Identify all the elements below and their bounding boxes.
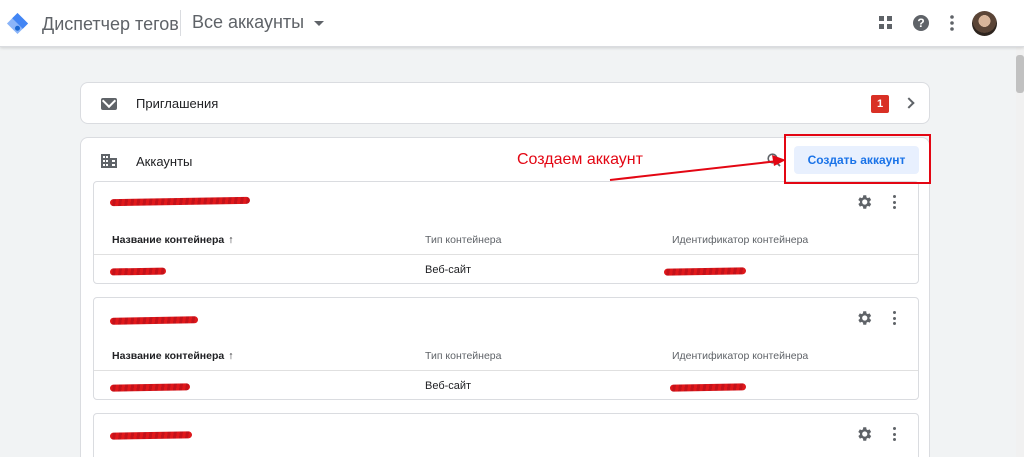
container-type-cell: Веб-сайт	[425, 380, 472, 392]
more-vert-icon[interactable]	[892, 311, 896, 325]
redacted-account-name	[109, 196, 251, 207]
account-container-card	[93, 413, 919, 457]
accounts-label: Аккаунты	[136, 154, 193, 169]
redacted-container-name[interactable]	[109, 267, 167, 276]
more-vert-icon[interactable]	[892, 427, 896, 441]
account-selector-label: Все аккаунты	[192, 12, 305, 32]
annotation-arrow-icon	[609, 155, 786, 181]
redacted-container-id	[663, 267, 747, 276]
invitations-card[interactable]: Приглашения 1	[80, 82, 930, 124]
page-scrollbar[interactable]	[1016, 47, 1024, 457]
apps-grid-icon[interactable]	[876, 13, 896, 33]
column-header-container-id: Идентификатор контейнера	[672, 350, 809, 362]
app-title: Диспетчер тегов	[42, 14, 179, 34]
annotation-highlight-box	[784, 134, 931, 184]
more-vert-icon[interactable]	[942, 13, 962, 33]
redacted-container-id	[669, 383, 747, 392]
column-header-container-name[interactable]: Название контейнера ↑	[112, 350, 233, 362]
svg-text:?: ?	[917, 16, 924, 30]
column-header-container-id: Идентификатор контейнера	[672, 234, 809, 246]
invitations-label: Приглашения	[136, 96, 219, 111]
sort-arrow-up-icon: ↑	[228, 234, 234, 246]
sort-arrow-up-icon: ↑	[228, 350, 234, 362]
accounts-card: Аккаунты Создать аккаунт Название контей…	[80, 137, 930, 457]
more-vert-icon[interactable]	[892, 195, 896, 209]
container-type-cell: Веб-сайт	[425, 264, 472, 276]
scrollbar-thumb[interactable]	[1016, 55, 1024, 93]
gear-icon[interactable]	[855, 425, 873, 443]
account-selector[interactable]: Все аккаунты	[192, 12, 325, 33]
chevron-right-icon[interactable]	[903, 97, 915, 109]
column-header-container-type: Тип контейнера	[425, 234, 502, 246]
avatar[interactable]	[972, 11, 997, 36]
column-header-container-type: Тип контейнера	[425, 350, 502, 362]
mail-icon	[101, 98, 117, 110]
gear-icon[interactable]	[855, 309, 873, 327]
invitations-count-badge: 1	[871, 95, 889, 113]
help-icon[interactable]: ?	[911, 13, 931, 33]
header-divider	[180, 10, 181, 36]
top-app-bar: Диспетчер тегов Все аккаунты ?	[0, 0, 1024, 47]
tag-manager-logo-icon[interactable]	[6, 12, 29, 35]
caret-down-icon	[314, 21, 325, 26]
gear-icon[interactable]	[855, 193, 873, 211]
row-divider	[94, 370, 918, 371]
building-icon	[101, 154, 117, 168]
redacted-account-name	[109, 316, 199, 325]
row-divider	[94, 254, 918, 255]
account-container-card: Название контейнера ↑ Тип контейнера Иден…	[93, 181, 919, 284]
column-header-container-name[interactable]: Название контейнера ↑	[112, 234, 233, 246]
redacted-account-name	[109, 431, 193, 440]
redacted-container-name[interactable]	[109, 383, 191, 392]
account-container-card: Название контейнера ↑ Тип контейнера Иден…	[93, 297, 919, 400]
